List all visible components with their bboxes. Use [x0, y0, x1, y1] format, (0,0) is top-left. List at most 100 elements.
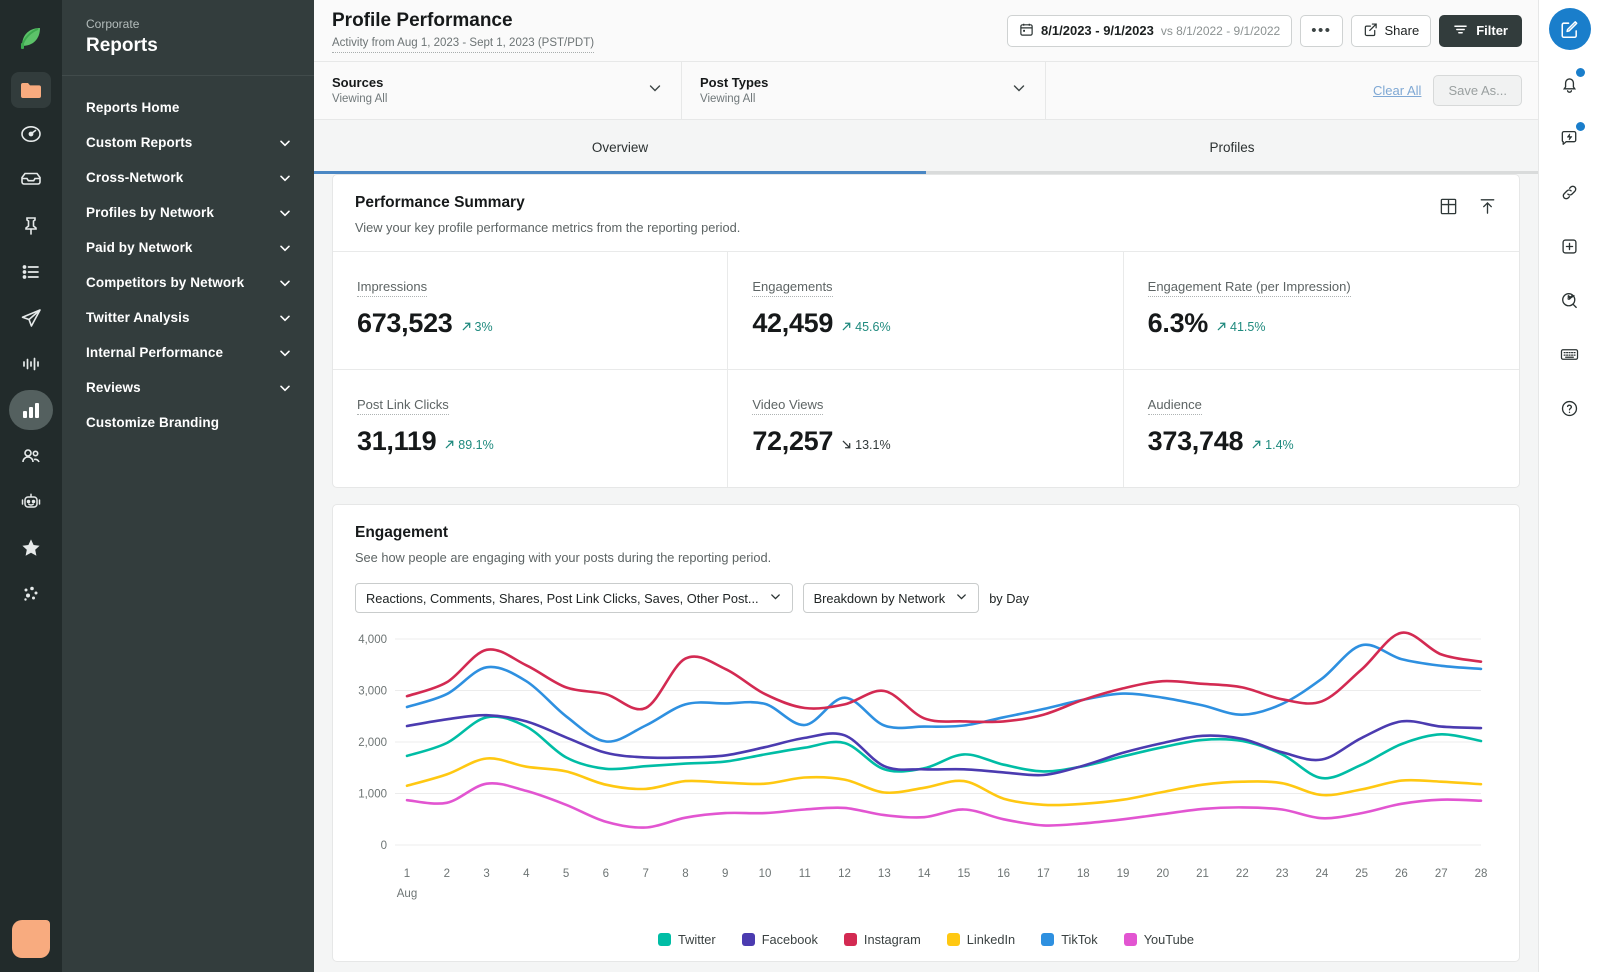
- series-line-instagram: [405, 631, 1483, 724]
- notification-badge: [1575, 122, 1585, 131]
- y-axis-tick-label: 3,000: [358, 686, 387, 698]
- date-range-picker[interactable]: 8/1/2023 - 9/1/2023 vs 8/1/2022 - 9/1/20…: [1007, 14, 1293, 47]
- network-nodes-icon[interactable]: [9, 574, 53, 614]
- keyboard-icon[interactable]: [1550, 334, 1590, 374]
- sidebar-item-label: Cross-Network: [86, 170, 184, 185]
- sprout-logo-icon[interactable]: [9, 18, 53, 58]
- x-axis-tick-label: 11: [799, 868, 811, 880]
- audio-wave-icon[interactable]: [9, 344, 53, 384]
- export-icon[interactable]: [1478, 197, 1497, 221]
- legend-label: Instagram: [863, 932, 921, 947]
- metric-label: Impressions: [357, 279, 428, 297]
- content-scroll-area[interactable]: Performance Summary View your key profil…: [314, 174, 1538, 972]
- x-axis-tick-label: 9: [722, 868, 728, 880]
- metric-label: Engagement Rate (per Impression): [1147, 279, 1351, 297]
- x-axis-tick-label: 6: [603, 868, 609, 880]
- bell-icon[interactable]: [1550, 64, 1590, 104]
- performance-summary-card: Performance Summary View your key profil…: [332, 174, 1520, 488]
- metric-delta-value: 3%: [474, 319, 493, 334]
- chevron-down-icon: [278, 171, 292, 185]
- metric-delta: 89.1%: [444, 438, 494, 452]
- star-icon[interactable]: [9, 528, 53, 568]
- x-axis-tick-label: 19: [1117, 868, 1130, 880]
- x-axis-tick-label: 12: [838, 868, 851, 880]
- tab-overview[interactable]: Overview: [314, 120, 926, 174]
- plus-square-icon[interactable]: [1550, 226, 1590, 266]
- x-axis-month-label: Aug: [397, 888, 417, 900]
- compose-icon[interactable]: [1548, 8, 1591, 50]
- bird-search-icon[interactable]: [1550, 280, 1590, 320]
- metric-delta: 13.1%: [841, 438, 891, 452]
- robot-icon[interactable]: [9, 482, 53, 522]
- legend-item-twitter[interactable]: Twitter: [658, 932, 716, 947]
- y-axis-tick-label: 0: [381, 840, 387, 852]
- x-axis-tick-label: 20: [1156, 868, 1169, 880]
- filter-button[interactable]: Filter: [1439, 14, 1522, 47]
- legend-item-facebook[interactable]: Facebook: [741, 932, 818, 947]
- pin-icon[interactable]: [9, 206, 53, 246]
- sidebar-item-reports-home[interactable]: Reports Home: [62, 90, 314, 125]
- chevron-down-icon: [278, 346, 292, 360]
- sidebar-item-profiles-by-network[interactable]: Profiles by Network: [62, 195, 314, 230]
- save-as-button[interactable]: Save As...: [1433, 75, 1522, 106]
- breakdown-select-value: Breakdown by Network: [813, 590, 946, 606]
- sidebar-item-competitors-by-network[interactable]: Competitors by Network: [62, 265, 314, 300]
- performance-summary-header: Performance Summary View your key profil…: [333, 175, 1519, 251]
- speedometer-icon[interactable]: [9, 114, 53, 154]
- share-button[interactable]: Share: [1350, 14, 1432, 47]
- legend-label: LinkedIn: [966, 932, 1016, 947]
- folder-icon[interactable]: [11, 72, 51, 108]
- table-view-icon[interactable]: [1439, 197, 1458, 221]
- legend-item-instagram[interactable]: Instagram: [843, 932, 921, 947]
- bar-chart-icon[interactable]: [9, 390, 53, 430]
- sidebar-item-custom-reports[interactable]: Custom Reports: [62, 125, 314, 160]
- tab-label: Profiles: [1209, 139, 1255, 155]
- sidebar-item-reviews[interactable]: Reviews: [62, 370, 314, 405]
- legend-item-linkedin[interactable]: LinkedIn: [946, 932, 1016, 947]
- metric-delta: 45.6%: [841, 320, 891, 334]
- people-icon[interactable]: [9, 436, 53, 476]
- calendar-icon: [1019, 22, 1034, 40]
- help-icon[interactable]: [1550, 388, 1590, 428]
- x-axis-tick-label: 24: [1315, 868, 1328, 880]
- sidebar-item-paid-by-network[interactable]: Paid by Network: [62, 230, 314, 265]
- metric-value: 673,523: [357, 308, 453, 338]
- metric-value: 6.3%: [1147, 308, 1209, 338]
- link-icon[interactable]: [1550, 172, 1590, 212]
- legend-item-youtube[interactable]: YouTube: [1123, 932, 1194, 947]
- more-options-button[interactable]: •••: [1300, 14, 1343, 47]
- sidebar-title: Reports: [86, 35, 158, 56]
- sidebar-item-customize-branding[interactable]: Customize Branding: [62, 405, 314, 440]
- breakdown-select[interactable]: Breakdown by Network: [802, 583, 980, 613]
- page-title: Profile Performance: [332, 9, 513, 31]
- arrow-down-icon: [842, 440, 851, 449]
- metric-select[interactable]: Reactions, Comments, Shares, Post Link C…: [355, 583, 793, 613]
- tab-profiles[interactable]: Profiles: [926, 120, 1538, 174]
- metric-delta-value: 1.4%: [1265, 437, 1294, 452]
- sidebar-item-twitter-analysis[interactable]: Twitter Analysis: [62, 300, 314, 335]
- send-icon[interactable]: [9, 298, 53, 338]
- sources-filter[interactable]: Sources Viewing All: [314, 62, 682, 119]
- x-axis-tick-label: 21: [1196, 868, 1209, 880]
- legend-item-tiktok[interactable]: TikTok: [1041, 932, 1098, 947]
- x-axis-tick-label: 28: [1475, 868, 1488, 880]
- line-chart-svg: 01,0002,0003,0004,0001 2 3 4 5 6 7 8 9 10 11 12 13 14…: [358, 631, 1488, 900]
- sidebar-item-cross-network[interactable]: Cross-Network: [62, 160, 314, 195]
- x-axis-tick-label: 18: [1077, 868, 1090, 880]
- engagement-header: Engagement See how people are engaging w…: [333, 505, 1519, 581]
- inbox-icon[interactable]: [9, 160, 53, 200]
- series-line-facebook: [405, 713, 1483, 777]
- filters-actions: Clear All Save As...: [1046, 62, 1538, 119]
- metric-value: 42,459: [752, 308, 834, 338]
- tab-underline: [314, 171, 926, 174]
- post-types-filter[interactable]: Post Types Viewing All: [682, 62, 1046, 119]
- clear-all-link[interactable]: Clear All: [1373, 83, 1421, 98]
- x-axis-tick-label: 22: [1236, 868, 1249, 880]
- list-icon[interactable]: [9, 252, 53, 292]
- x-axis-tick-label: 4: [523, 868, 530, 880]
- arrow-up-icon: [842, 322, 851, 331]
- date-range-value: 8/1/2023 - 9/1/2023: [1041, 23, 1154, 38]
- message-bolt-icon[interactable]: [1550, 118, 1590, 158]
- avatar[interactable]: [12, 920, 50, 958]
- sidebar-item-internal-performance[interactable]: Internal Performance: [62, 335, 314, 370]
